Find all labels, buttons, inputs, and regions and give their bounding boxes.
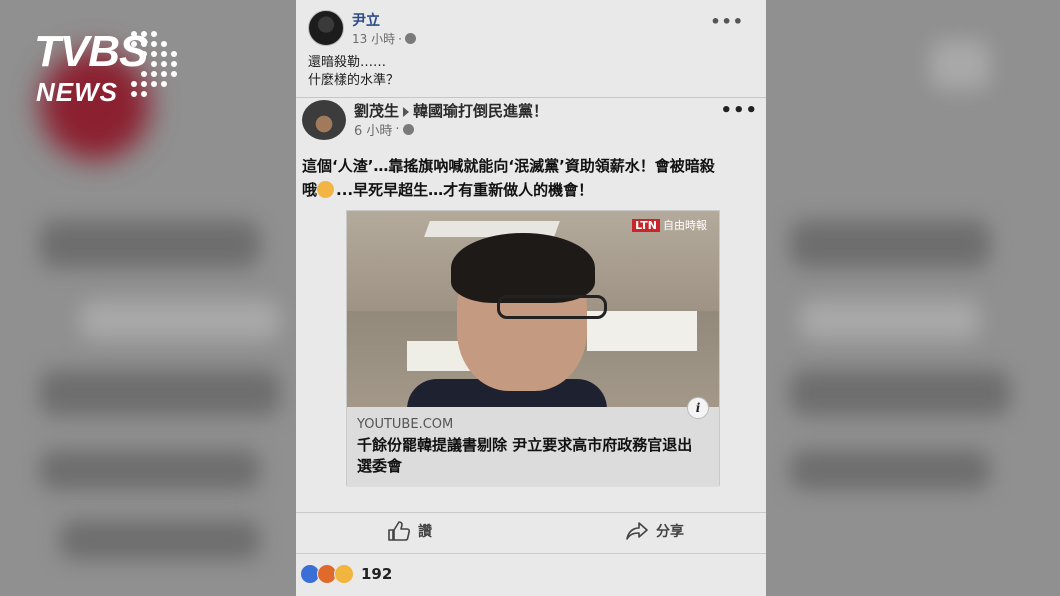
background-blob	[40, 370, 280, 416]
shared-post-text: 這個‘人渣’…靠搖旗吶喊就能向‘泯滅黨’資助領薪水！會被暗殺 哦 ...早死早超生…	[302, 154, 762, 202]
author-name[interactable]: 尹立	[352, 10, 380, 30]
author-avatar[interactable]	[308, 10, 344, 46]
post-meta: 13 小時 ·	[352, 30, 416, 47]
logo-sub: NEWS	[36, 77, 118, 107]
haha-reaction-icon	[334, 564, 354, 584]
right-arrow-icon	[403, 106, 410, 117]
reaction-count: 192	[361, 565, 393, 583]
more-options-icon[interactable]: •••	[710, 12, 744, 31]
shared-text-line: 哦 ...早死早超生…才有重新做人的機會！	[302, 181, 594, 199]
reaction-summary[interactable]: 192	[300, 564, 392, 584]
like-label: 讚	[418, 524, 432, 540]
background-blob	[40, 450, 260, 490]
link-domain: YOUTUBE.COM	[357, 417, 454, 432]
like-button[interactable]: 讚	[388, 521, 432, 541]
share-arrow-icon	[626, 522, 648, 540]
background-blob	[790, 220, 990, 268]
post-text-line: 還暗殺勒……	[308, 55, 387, 70]
ltn-text: 自由時報	[663, 219, 707, 232]
tvbs-news-logo: TVBS NEWS	[34, 28, 184, 112]
more-options-icon[interactable]: •••	[720, 100, 758, 121]
background-blob	[790, 450, 990, 490]
shared-author-name[interactable]: 劉茂生	[354, 102, 399, 120]
link-preview-card[interactable]: LTN 自由時報 i YOUTUBE.COM 千餘份罷韓提議書剔除 尹立要求高市…	[346, 210, 720, 487]
link-info[interactable]: i YOUTUBE.COM 千餘份罷韓提議書剔除 尹立要求高市府政務官退出選委會	[347, 397, 719, 487]
shared-text-line: 這個‘人渣’…靠搖旗吶喊就能向‘泯滅黨’資助領薪水！會被暗殺	[302, 157, 715, 175]
background-blob	[40, 220, 260, 268]
astonished-emoji-icon	[317, 181, 335, 198]
shared-group-name[interactable]: 韓國瑜打倒民進黨！	[413, 102, 548, 120]
post-text: 還暗殺勒…… 什麼樣的水準？	[308, 54, 399, 90]
post-text-line: 什麼樣的水準？	[308, 73, 400, 88]
logo-dots-icon	[131, 31, 177, 97]
background-blob	[930, 40, 990, 90]
shared-post-time[interactable]: 6 小時	[354, 120, 392, 139]
video-thumbnail[interactable]: LTN 自由時報	[347, 211, 719, 407]
thumbs-up-icon	[388, 521, 410, 541]
shared-post-meta: 6 小時 ·	[354, 120, 414, 139]
globe-icon	[402, 124, 414, 135]
background-blob	[800, 300, 980, 340]
ltn-badge: LTN	[632, 218, 660, 232]
post-header: 尹立 13 小時 · •••	[308, 10, 748, 48]
share-button[interactable]: 分享	[626, 521, 684, 541]
background-blob	[60, 520, 260, 560]
globe-icon	[404, 33, 416, 44]
share-label: 分享	[656, 524, 684, 540]
action-bar: 讚 分享	[296, 512, 766, 554]
ltn-watermark: LTN 自由時報	[632, 217, 707, 233]
background-blob	[790, 370, 1010, 416]
shared-author-avatar[interactable]	[302, 100, 346, 140]
facebook-post: 尹立 13 小時 · ••• 還暗殺勒…… 什麼樣的水準？ 劉茂生 韓國瑜打倒民進…	[296, 0, 766, 596]
info-icon[interactable]: i	[687, 397, 709, 419]
link-headline[interactable]: 千餘份罷韓提議書剔除 尹立要求高市府政務官退出選委會	[357, 435, 697, 477]
shared-author-line: 劉茂生 韓國瑜打倒民進黨！	[354, 100, 548, 121]
post-time[interactable]: 13 小時	[352, 30, 395, 47]
background-blob	[80, 300, 280, 340]
shared-post-header: 劉茂生 韓國瑜打倒民進黨！ 6 小時 · •••	[302, 98, 762, 142]
